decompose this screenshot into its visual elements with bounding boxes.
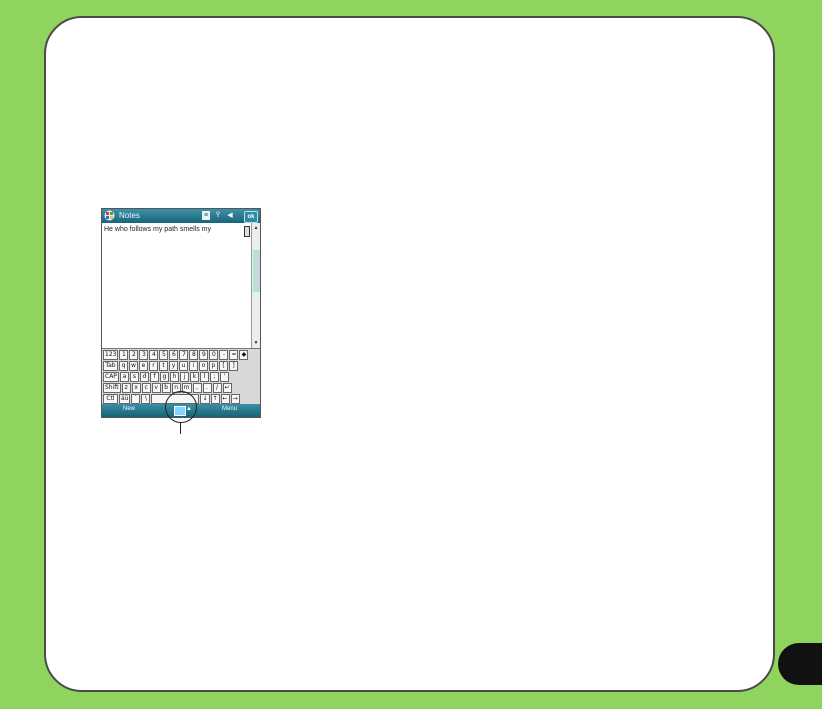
key[interactable]: r (149, 361, 158, 371)
key[interactable]: v (151, 383, 161, 393)
key[interactable]: , (192, 383, 202, 393)
key[interactable]: \ (141, 394, 151, 404)
key[interactable]: ◆ (239, 350, 249, 360)
new-softkey[interactable]: New (123, 406, 135, 412)
ok-button[interactable]: ok (244, 211, 258, 223)
page-number-tab (778, 643, 822, 685)
key[interactable]: q (119, 361, 128, 371)
key[interactable]: [ (219, 361, 228, 371)
key[interactable]: ← (220, 394, 230, 404)
key[interactable]: 4 (149, 350, 159, 360)
key[interactable]: 1 (119, 350, 129, 360)
title-bar: Notes ≡ Ÿ ◀ ok (102, 209, 260, 223)
key[interactable]: f (149, 372, 159, 382)
callout-pointer-line (180, 423, 181, 434)
key[interactable]: ] (229, 361, 238, 371)
key[interactable]: c (141, 383, 151, 393)
key[interactable]: 6 (169, 350, 179, 360)
vertical-scrollbar[interactable]: ▲ ▼ (251, 223, 260, 348)
key[interactable]: p (209, 361, 218, 371)
key[interactable]: ↵ (222, 383, 232, 393)
key[interactable]: 8 (189, 350, 199, 360)
key[interactable]: ; (209, 372, 219, 382)
key[interactable]: . (202, 383, 212, 393)
app-title: Notes (119, 211, 140, 220)
key[interactable]: b (161, 383, 171, 393)
key[interactable]: z (121, 383, 131, 393)
key[interactable]: CAP (103, 372, 119, 382)
key[interactable]: t (159, 361, 168, 371)
key[interactable]: j (179, 372, 189, 382)
key[interactable]: e (139, 361, 148, 371)
device-screen: Notes ≡ Ÿ ◀ ok He who follows my path sm… (101, 208, 261, 418)
key[interactable]: k (189, 372, 199, 382)
key[interactable]: i (189, 361, 198, 371)
key[interactable]: - (219, 350, 229, 360)
keyboard-row-2: Tab q w e r t y u i o p[] (103, 361, 238, 371)
scroll-thumb[interactable] (253, 250, 260, 292)
keyboard-row-1: 123 1 2 3 4 5 6 7 8 9 0- = ◆ (103, 350, 249, 360)
key[interactable]: o (199, 361, 208, 371)
key[interactable]: ` (131, 394, 141, 404)
key[interactable]: ↑ (210, 394, 220, 404)
key[interactable]: Ctl (103, 394, 118, 404)
scroll-up-arrow-icon[interactable]: ▲ (252, 224, 260, 232)
key[interactable]: 0 (209, 350, 219, 360)
key[interactable]: l (199, 372, 209, 382)
menu-softkey[interactable]: Menu (222, 406, 237, 412)
speaker-icon[interactable]: ◀ (225, 211, 235, 220)
keyboard-indicator-icon[interactable]: ≡ (202, 211, 210, 220)
key[interactable]: 2 (129, 350, 139, 360)
key[interactable]: h (169, 372, 179, 382)
key[interactable]: ' (219, 372, 229, 382)
key[interactable]: ↓ (200, 394, 210, 404)
note-text-area[interactable]: He who follows my path smells my (102, 223, 251, 348)
key[interactable]: d (139, 372, 149, 382)
key[interactable]: u (179, 361, 188, 371)
signal-icon[interactable]: Ÿ (214, 211, 222, 220)
text-cursor (244, 226, 250, 237)
key[interactable]: 9 (199, 350, 209, 360)
key[interactable]: Shift (103, 383, 121, 393)
key[interactable]: / (212, 383, 222, 393)
key[interactable]: a (119, 372, 129, 382)
callout-circle (165, 391, 197, 423)
key[interactable]: → (230, 394, 240, 404)
key[interactable]: x (131, 383, 141, 393)
key[interactable]: y (169, 361, 178, 371)
key[interactable]: s (129, 372, 139, 382)
note-text: He who follows my path smells my (104, 226, 211, 233)
key[interactable]: g (159, 372, 169, 382)
key[interactable]: Tab (103, 361, 118, 371)
keyboard-row-3: CAP a s d f g h j k l; ' (103, 372, 229, 382)
key[interactable]: 123 (103, 350, 119, 360)
scroll-down-arrow-icon[interactable]: ▼ (252, 339, 260, 347)
key[interactable]: áü (119, 394, 131, 404)
key[interactable]: w (129, 361, 138, 371)
key[interactable]: 3 (139, 350, 149, 360)
keyboard-row-4: Shift z x c v b n m,. / ↵ (103, 383, 232, 393)
key[interactable]: 5 (159, 350, 169, 360)
key[interactable]: 7 (179, 350, 189, 360)
windows-start-icon[interactable] (104, 210, 115, 221)
key[interactable]: = (229, 350, 239, 360)
